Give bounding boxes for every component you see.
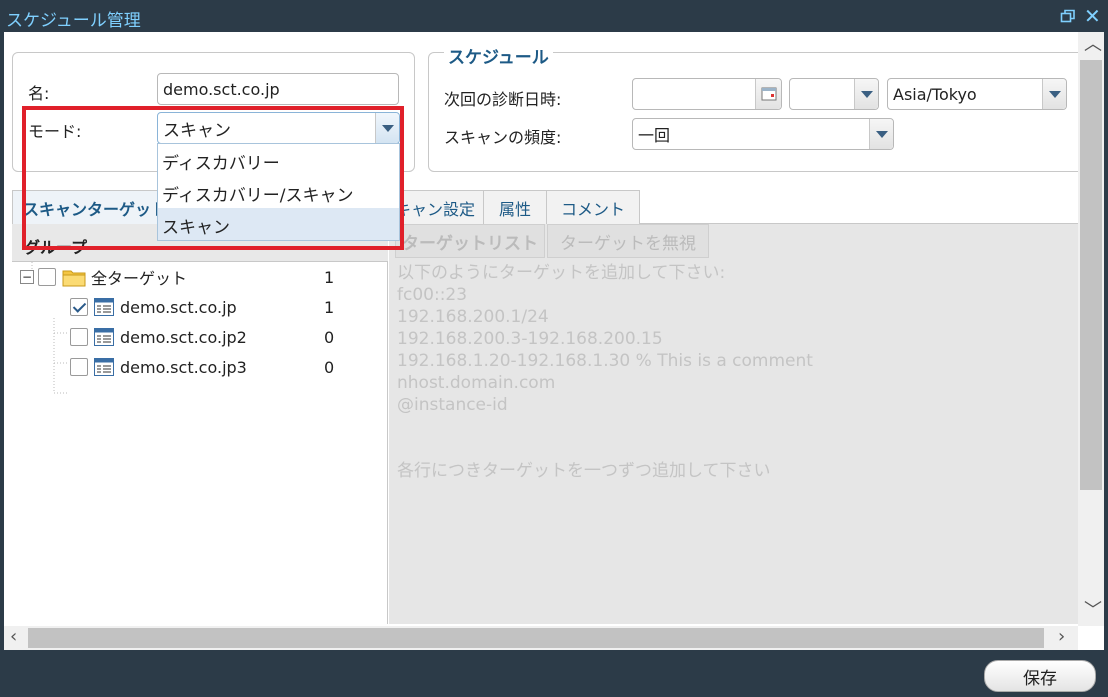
group-panel: グループ − 全ターゲット 1 demo.sct.co.jp 1 demo.sc… [12,224,388,624]
tab-comments[interactable]: コメント [546,190,640,224]
target-list-tab[interactable]: ターゲットリスト [395,224,545,258]
next-date-label: 次回の診断日時: [444,90,562,109]
frequency-select[interactable]: 一回 [632,118,894,150]
placeholder-line [397,438,1067,460]
mode-option-label: ディスカバリー [162,154,280,174]
chevron-down-icon [1048,90,1061,98]
tab-attributes-label: 属性 [498,199,531,219]
mode-option-label: スキャン [162,218,230,238]
time-dropdown-button[interactable] [854,79,878,109]
tree-checkbox[interactable] [70,298,88,316]
target-list-icon [94,328,114,346]
date-input[interactable] [632,78,782,110]
timezone-dropdown-button[interactable] [1042,79,1066,109]
target-panel: ターゲットリスト ターゲットを無視 以下のようにターゲットを追加して下さい: f… [389,224,1078,624]
schedule-fieldset [428,52,1088,172]
time-select[interactable] [789,78,879,110]
horizontal-scroll-thumb[interactable] [28,628,1044,648]
window-title: スケジュール管理 [6,11,141,31]
timezone-select-value: Asia/Tokyo [893,84,977,104]
chevron-down-icon [875,130,888,138]
placeholder-line: 以下のようにターゲットを追加して下さい: [397,263,726,283]
tree-item-count: 0 [324,358,335,377]
close-icon[interactable]: ✕ [1084,6,1101,26]
target-textarea[interactable]: 以下のようにターゲットを追加して下さい: fc00::23 192.168.20… [397,262,1067,482]
scroll-right-icon[interactable]: › [1058,628,1065,646]
dialog-footer: 保存 [0,650,1108,697]
tab-attributes[interactable]: 属性 [483,190,547,224]
tree-item-all-targets[interactable]: − 全ターゲット [20,264,187,290]
mode-option-discovery[interactable]: ディスカバリー [158,144,399,176]
vertical-scroll-thumb[interactable] [1080,60,1102,490]
placeholder-line [397,416,1067,438]
chevron-down-icon [860,90,873,98]
placeholder-line: nhost.domain.com [397,373,556,393]
tree-item-label: demo.sct.co.jp3 [120,357,247,377]
tree-item-label: 全ターゲット [91,269,188,288]
scroll-up-icon[interactable]: ︿ [1084,36,1102,54]
placeholder-line: 192.168.200.3-192.168.200.15 [397,329,663,349]
placeholder-line: fc00::23 [397,285,468,305]
timezone-select[interactable]: Asia/Tokyo [887,78,1067,110]
mode-option-scan[interactable]: スキャン [158,208,399,240]
scroll-down-icon[interactable]: ﹀ [1084,602,1102,620]
collapse-icon[interactable]: − [20,270,34,284]
horizontal-scrollbar[interactable]: ‹ › [4,626,1078,650]
name-input[interactable]: demo.sct.co.jp [157,73,399,105]
tree-item-demo-sct-2[interactable]: demo.sct.co.jp2 [70,324,247,350]
target-list-icon [94,298,114,316]
vertical-scrollbar[interactable]: ︿ ﹀ [1078,32,1104,626]
target-list-tab-label: ターゲットリスト [402,233,538,254]
tab-comments-label: コメント [560,199,625,219]
tree-item-count: 1 [324,268,335,287]
tree-checkbox[interactable] [70,358,88,376]
dialog-body: 名: demo.sct.co.jp モード: スキャン スケジュール 次回の診断… [4,32,1104,650]
folder-icon [62,270,86,287]
tree-item-count: 1 [324,298,335,317]
scroll-left-icon[interactable]: ‹ [10,628,17,646]
save-button[interactable]: 保存 [984,660,1096,692]
tree-checkbox[interactable] [38,268,56,286]
target-list-icon [94,358,114,376]
tree-item-label: demo.sct.co.jp2 [120,327,247,347]
placeholder-line: 各行につきターゲットを一つずつ追加して下さい [397,461,771,481]
name-input-value: demo.sct.co.jp [163,79,280,99]
tree-item-label: demo.sct.co.jp [120,297,237,317]
restore-window-icon[interactable] [1060,8,1076,24]
mode-option-label: ディスカバリー/スキャン [162,186,354,206]
schedule-legend: スケジュール [444,43,553,68]
save-button-label: 保存 [1023,668,1057,689]
ignore-targets-tab-label: ターゲットを無視 [560,233,696,254]
calendar-icon[interactable] [755,79,781,109]
title-bar: スケジュール管理 ✕ [0,0,1108,32]
placeholder-line: @instance-id [397,395,508,415]
frequency-select-value: 一回 [638,126,671,145]
frequency-dropdown-button[interactable] [869,119,893,149]
placeholder-line: 192.168.1.20-192.168.1.30 % This is a co… [397,351,813,371]
tree-item-demo-sct-3[interactable]: demo.sct.co.jp3 [70,354,247,380]
tree-checkbox[interactable] [70,328,88,346]
tree-item-count: 0 [324,328,335,347]
ignore-targets-tab[interactable]: ターゲットを無視 [547,224,709,258]
frequency-label: スキャンの頻度: [444,128,562,147]
mode-dropdown-list: ディスカバリー ディスカバリー/スキャン スキャン [157,143,400,241]
placeholder-line: 192.168.200.1/24 [397,307,549,327]
mode-option-discovery-scan[interactable]: ディスカバリー/スキャン [158,176,399,208]
tree-item-demo-sct[interactable]: demo.sct.co.jp [70,294,237,320]
name-label: 名: [28,84,50,103]
